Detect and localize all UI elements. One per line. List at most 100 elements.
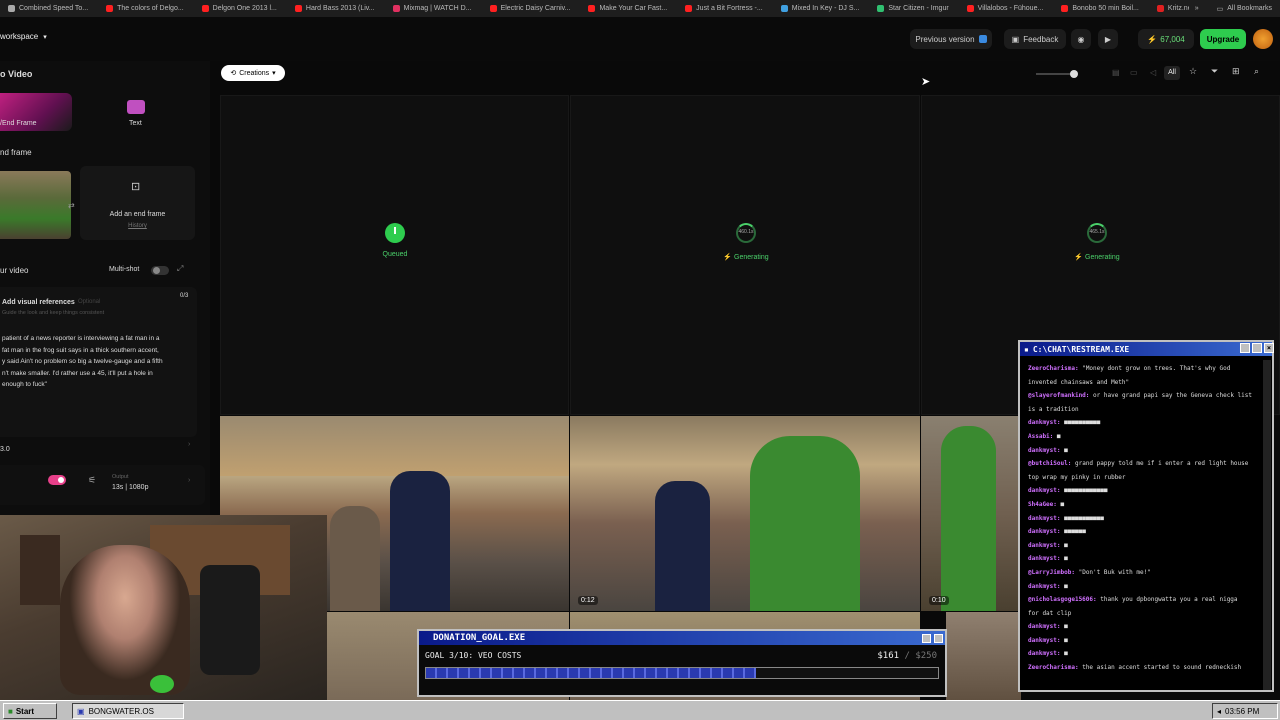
minimize-button[interactable] [1240, 343, 1250, 353]
bookmark-item[interactable]: Mixmag | WATCH D... [385, 0, 482, 17]
chat-username[interactable]: dankmyst: [1028, 650, 1061, 657]
feedback-button[interactable]: ▣ Feedback [1004, 29, 1066, 49]
credits-value: 67,004 [1160, 34, 1185, 44]
sidebar-title: o Video [0, 69, 33, 79]
taskbar-task-button[interactable]: ▣ BONGWATER.OS [72, 703, 184, 719]
bookmark-item[interactable]: Mixed In Key - DJ S... [773, 0, 870, 17]
video-icon[interactable]: ▭ [1130, 68, 1138, 77]
filter-icon[interactable]: ⏷ [1211, 66, 1218, 77]
chat-username[interactable]: dankmyst: [1028, 542, 1061, 549]
bookmark-item[interactable]: Just a Bit Fortress -... [677, 0, 773, 17]
bookmark-label: Star Citizen - Imgur [888, 5, 949, 12]
sliders-icon[interactable]: ⚟ [88, 475, 96, 486]
add-visual-refs-label[interactable]: Add visual references [2, 299, 75, 306]
chat-text: ■ [1064, 650, 1068, 658]
grid-icon[interactable]: ⊞ [1232, 66, 1240, 77]
start-button[interactable]: ■ Start [3, 703, 57, 719]
tab-end-frame[interactable]: /End Frame [0, 93, 72, 131]
workspace-selector[interactable]: workspace ▾ [0, 32, 47, 41]
bookmark-item[interactable]: Bonobo 50 min Boil... [1053, 0, 1149, 17]
chat-username[interactable]: @slayerofmankind: [1028, 392, 1089, 399]
close-button[interactable]: × [1264, 343, 1274, 353]
upgrade-button[interactable]: Upgrade [1200, 29, 1246, 49]
expand-icon[interactable]: ⤢ [177, 264, 183, 274]
multi-shot-toggle[interactable] [151, 266, 169, 275]
search-icon[interactable]: ⌕ [1254, 66, 1259, 77]
close-button[interactable] [934, 634, 943, 643]
start-frame-image[interactable] [0, 171, 71, 239]
star-icon[interactable]: ☆ [1189, 66, 1197, 77]
chat-titlebar[interactable]: ▪ C:\CHAT\RESTREAM.EXE × [1020, 342, 1274, 356]
bookmark-item[interactable]: Make Your Car Fast... [580, 0, 677, 17]
bookmarks-overflow-button[interactable]: » [1195, 5, 1199, 12]
previous-version-label: Previous version [915, 34, 975, 44]
chat-text: "Don't Buk with me!" [1078, 568, 1151, 576]
add-end-frame-box[interactable]: ⊡ Add an end frame History [80, 166, 195, 240]
history-link[interactable]: History [80, 223, 195, 229]
favicon-icon [106, 5, 114, 12]
chat-username[interactable]: Assabi: [1028, 433, 1053, 440]
output-value[interactable]: 13s | 1080p [112, 484, 148, 491]
credits-badge[interactable]: ⚡ 67,004 [1138, 29, 1194, 49]
chat-message: @butchiSoul: grand pappy told me if i en… [1020, 457, 1272, 471]
chat-text: ■ [1064, 636, 1068, 644]
filter-all-button[interactable]: All [1164, 66, 1180, 80]
audio-toggle[interactable] [48, 475, 66, 485]
chat-username[interactable]: dankmyst: [1028, 447, 1061, 454]
bookmark-item[interactable]: Star Citizen - Imgur [869, 0, 958, 17]
generation-slot[interactable]: 460.1s ⚡ Generating [570, 95, 920, 415]
toggle-knob [153, 267, 160, 274]
chat-username[interactable]: dankmyst: [1028, 419, 1061, 426]
bookmark-item[interactable]: Delgon One 2013 l... [194, 0, 287, 17]
chat-username[interactable]: dankmyst: [1028, 528, 1061, 535]
chat-username[interactable]: @LarryJimbob: [1028, 569, 1075, 576]
chat-message: dankmyst: ■ [1020, 647, 1272, 661]
video-thumbnail[interactable]: 0:12 [570, 416, 920, 611]
prompt-text[interactable]: patient of a news reporter is interviewi… [2, 333, 197, 391]
swap-icon[interactable]: ⇄ [68, 201, 75, 210]
bookmark-item[interactable]: Combined Speed To... [0, 0, 98, 17]
audio-icon[interactable]: ◁ [1150, 68, 1156, 77]
chat-username[interactable]: dankmyst: [1028, 487, 1061, 494]
tab-text[interactable]: Text [100, 93, 172, 131]
chat-username[interactable]: dankmyst: [1028, 623, 1061, 630]
maximize-button[interactable] [1252, 343, 1262, 353]
bookmark-label: Mixmag | WATCH D... [403, 5, 472, 12]
video-thumbnail[interactable] [946, 612, 1021, 701]
chat-message: dankmyst: ■ [1020, 580, 1272, 594]
bookmark-item[interactable]: Electric Daisy Carniv... [482, 0, 581, 17]
chat-message: @nicholasgoge15606: thank you dpbongwatt… [1020, 593, 1272, 607]
model-version[interactable]: 3.0 [0, 446, 10, 453]
chat-username[interactable]: Sh4aGee: [1028, 501, 1057, 508]
zoom-slider-knob[interactable] [1070, 70, 1078, 78]
chat-username[interactable]: ZeeroCharisma: [1028, 365, 1079, 372]
previous-version-button[interactable]: Previous version [910, 29, 992, 49]
chat-username[interactable]: dankmyst: [1028, 583, 1061, 590]
chat-username[interactable]: dankmyst: [1028, 637, 1061, 644]
frog-emote-icon [150, 675, 174, 693]
discord-icon: ◉ [1077, 34, 1085, 44]
chat-message: dankmyst: ■■■■■■■■■■■ [1020, 512, 1272, 526]
chat-username[interactable]: dankmyst: [1028, 515, 1061, 522]
grid-small-icon[interactable]: ▤ [1112, 68, 1120, 77]
creations-filter[interactable]: ⟲ Creations ▾ [221, 65, 285, 81]
chat-username[interactable]: ZeeroCharisma: [1028, 664, 1079, 671]
avatar[interactable] [1253, 29, 1273, 49]
bookmark-item[interactable]: Hard Bass 2013 (Liv... [287, 0, 385, 17]
bookmark-item[interactable]: Villalobos - Fühoue... [959, 0, 1054, 17]
minimize-button[interactable] [922, 634, 931, 643]
chat-window[interactable]: ▪ C:\CHAT\RESTREAM.EXE × ZeeroCharisma: … [1018, 340, 1274, 692]
video-button[interactable]: ▶ [1098, 29, 1118, 49]
video-thumbnail[interactable]: 0:10 [921, 416, 1021, 611]
bookmark-item[interactable]: The colors of Delgo... [98, 0, 194, 17]
chat-scrollbar[interactable] [1263, 360, 1271, 690]
prompt-box[interactable]: Add visual references Optional 0/3 Guide… [0, 287, 197, 437]
chat-text: top wrap my pinky in rubber [1028, 473, 1126, 481]
prompt-line: fat man in the frog suit says in a thick… [2, 346, 159, 354]
all-bookmarks-link[interactable]: All Bookmarks [1227, 5, 1272, 12]
discord-button[interactable]: ◉ [1071, 29, 1091, 49]
chat-username[interactable]: @nicholasgoge15606: [1028, 596, 1097, 603]
generation-slot[interactable]: Queued [220, 95, 569, 415]
chat-username[interactable]: dankmyst: [1028, 555, 1061, 562]
chat-username[interactable]: @butchiSoul: [1028, 460, 1071, 467]
